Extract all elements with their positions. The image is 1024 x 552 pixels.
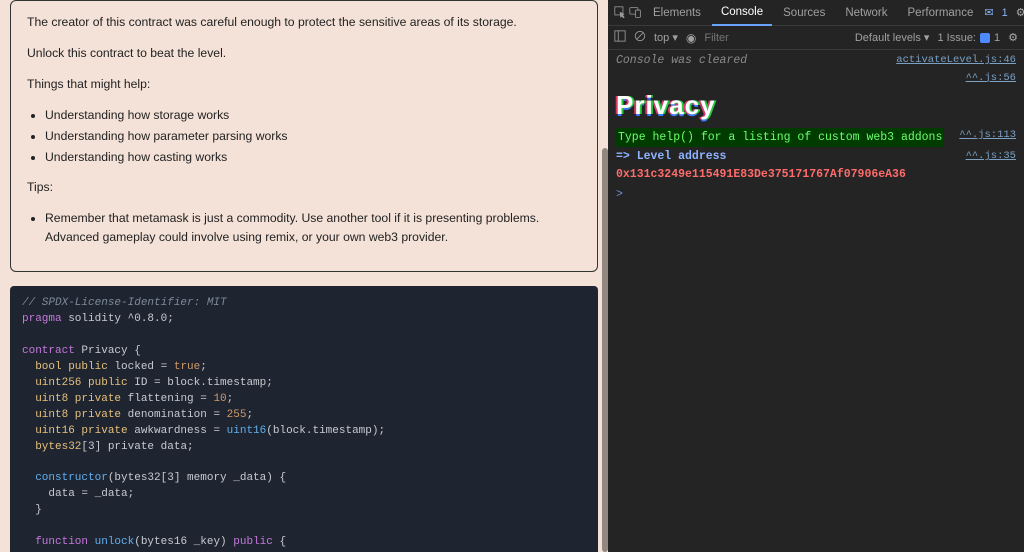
levels-selector[interactable]: Default levels ▾	[855, 31, 930, 44]
code-line: uint256 public	[22, 377, 128, 389]
tips-header: Tips:	[27, 178, 581, 197]
source-link[interactable]: ^^.js:35	[966, 149, 1016, 165]
code-line: // SPDX-License-Identifier: MIT	[22, 297, 227, 309]
description-p2: Unlock this contract to beat the level.	[27, 44, 581, 63]
help-item: Understanding how casting works	[45, 148, 581, 167]
devtools-panel: Elements Console Sources Network Perform…	[608, 0, 1024, 552]
gear-icon[interactable]: ⚙	[1016, 6, 1024, 19]
code-line: (bytes32[3] memory _data) {	[108, 472, 286, 484]
tab-network[interactable]: Network	[836, 0, 896, 26]
clear-console-icon[interactable]	[634, 30, 646, 45]
code-line: flattening =	[121, 393, 213, 405]
devtools-tabbar: Elements Console Sources Network Perform…	[608, 0, 1024, 26]
code-kw: contract	[22, 345, 75, 357]
code-line: 10	[213, 393, 226, 405]
challenge-page: The creator of this contract was careful…	[0, 0, 608, 552]
code-line: awkwardness =	[128, 425, 227, 437]
code-line: 255	[227, 409, 247, 421]
code-line: bool public	[22, 361, 108, 373]
code-line: (bytes16 _key)	[134, 536, 233, 548]
level-address-label: => Level address	[616, 149, 726, 165]
help-list: Understanding how storage works Understa…	[27, 106, 581, 167]
level-address-value: 0x131c3249e115491E83De375171767Af07906eA…	[616, 167, 906, 183]
issue-icon	[980, 33, 990, 43]
console-prompt[interactable]: >	[616, 183, 1016, 203]
help-message: Type help() for a listing of custom web3…	[616, 128, 944, 148]
tab-elements[interactable]: Elements	[644, 0, 710, 26]
inspect-icon[interactable]	[614, 6, 627, 20]
code-line: data = _data;	[22, 488, 134, 500]
code-line: denomination =	[121, 409, 227, 421]
code-line: uint16 private	[22, 425, 128, 437]
solidity-source[interactable]: // SPDX-License-Identifier: MIT pragma s…	[10, 286, 598, 552]
filter-input[interactable]	[704, 32, 846, 44]
tips-item: Remember that metamask is just a commodi…	[45, 209, 581, 247]
code-kw: pragma	[22, 313, 62, 325]
privacy-banner: Privacy	[616, 86, 1016, 127]
code-line: constructor	[22, 472, 108, 484]
description-p1: The creator of this contract was careful…	[27, 13, 581, 32]
code-line: }	[22, 504, 42, 516]
code-line: bytes32	[22, 441, 81, 453]
source-link[interactable]: activateLevel.js:46	[896, 53, 1016, 69]
sidebar-toggle-icon[interactable]	[614, 30, 626, 45]
page-scrollbar[interactable]	[602, 148, 608, 552]
code-line: locked =	[108, 361, 174, 373]
code-line: (block.timestamp);	[266, 425, 385, 437]
code-line: Privacy {	[75, 345, 141, 357]
message-count: 1	[1002, 7, 1008, 19]
message-icon[interactable]: ✉	[984, 6, 993, 19]
source-link[interactable]: ^^.js:113	[959, 128, 1016, 148]
code-line: {	[273, 536, 286, 548]
eye-icon[interactable]: ◉	[686, 31, 696, 45]
tab-performance[interactable]: Performance	[899, 0, 983, 26]
issues-link[interactable]: 1 Issue: 1	[937, 32, 1000, 44]
code-line: uint8 private	[22, 393, 121, 405]
device-toggle-icon[interactable]	[629, 6, 642, 20]
code-line: solidity ^0.8.0;	[62, 313, 174, 325]
console-body[interactable]: Console was cleared activateLevel.js:46 ^…	[608, 50, 1024, 552]
code-line: ID = block.timestamp;	[128, 377, 273, 389]
help-item: Understanding how parameter parsing work…	[45, 127, 581, 146]
help-item: Understanding how storage works	[45, 106, 581, 125]
code-line: true	[174, 361, 200, 373]
code-line: [3] private data;	[81, 441, 193, 453]
code-kw: public	[233, 536, 273, 548]
source-link[interactable]: ^^.js:56	[966, 71, 1016, 85]
code-kw: function	[22, 536, 88, 548]
console-gear-icon[interactable]: ⚙	[1008, 31, 1018, 44]
context-selector[interactable]: top ▾	[654, 31, 678, 44]
code-line: uint8 private	[22, 409, 121, 421]
description-box: The creator of this contract was careful…	[10, 0, 598, 272]
tips-list: Remember that metamask is just a commodi…	[27, 209, 581, 247]
tab-console[interactable]: Console	[712, 0, 772, 26]
tab-sources[interactable]: Sources	[774, 0, 834, 26]
console-cleared: Console was cleared	[616, 53, 747, 69]
console-toolbar: top ▾ ◉ Default levels ▾ 1 Issue: 1 ⚙	[608, 26, 1024, 50]
help-header: Things that might help:	[27, 75, 581, 94]
code-line: unlock	[88, 536, 134, 548]
code-line: uint16	[227, 425, 267, 437]
